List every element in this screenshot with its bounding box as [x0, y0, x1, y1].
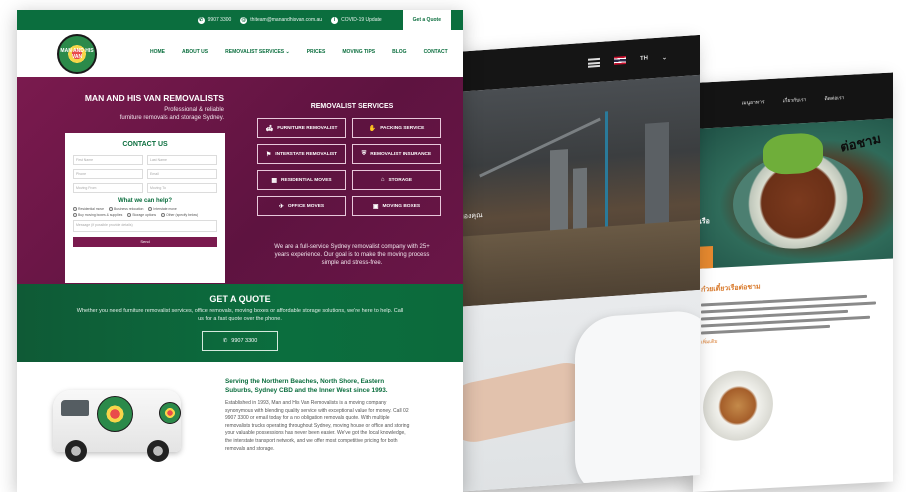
option-other[interactable]: Other (specify below) [161, 213, 198, 217]
hero-section: MAN AND HIS VAN REMOVALISTS Professional… [17, 77, 463, 284]
info-icon: i [331, 16, 339, 24]
restaurant-logo: ต่อชาม [839, 130, 882, 155]
service-office[interactable]: ✈ OFFICE MOVES [257, 196, 346, 216]
nav-moving-tips[interactable]: MOVING TIPS [342, 49, 375, 55]
language-selector[interactable]: TH [640, 56, 648, 63]
phone-contact[interactable]: ✆ 9907 3300 [197, 16, 232, 24]
get-a-quote-button[interactable]: Get a Quote [402, 10, 451, 30]
services-panel: REMOVALIST SERVICES 🛋 FURNITURE REMOVALIS… [257, 103, 447, 216]
dish-image [703, 368, 773, 443]
warehouse-icon: ⌂ [380, 177, 385, 183]
sleeve-image [575, 308, 700, 492]
office-icon: ✈ [278, 203, 284, 210]
email-address: thiteam@manandhisvan.com.au [250, 17, 323, 23]
site-logo[interactable]: MAN AND HIS VAN [57, 33, 97, 74]
front-wheel [65, 440, 87, 462]
service-furniture-removalist[interactable]: 🛋 FURNITURE REMOVALIST [257, 118, 346, 138]
hero-subtitle-1: Professional & reliable [164, 107, 224, 113]
thai-flag-icon[interactable] [613, 56, 626, 65]
option-residential[interactable]: Residential move [73, 207, 104, 211]
phone-icon: ✆ [222, 338, 228, 344]
call-button[interactable]: ✆ 9907 3300 [201, 331, 279, 351]
restaurant-nav-menu[interactable]: เมนูอาหาร [742, 98, 765, 107]
service-packing[interactable]: ✋ PACKING SERVICE [352, 118, 441, 138]
option-boxes[interactable]: Buy moving boxes & supplies [73, 213, 122, 217]
main-nav: HOME ABOUT US REMOVALIST SERVICES ⌄ PRIC… [150, 49, 448, 55]
about-section: Serving the Northern Beaches, North Shor… [17, 362, 463, 492]
restaurant-hero: ต่อชาม บเรือ [693, 118, 893, 269]
service-boxes[interactable]: ▣ MOVING BOXES [352, 196, 441, 216]
phone-field[interactable]: Phone [73, 169, 143, 179]
restaurant-paragraph [701, 294, 885, 335]
hamburger-menu-icon[interactable] [587, 57, 600, 68]
help-title: What we can help? [117, 198, 172, 204]
get-quote-title: GET A QUOTE [209, 294, 271, 304]
phone-number: 9907 3300 [207, 17, 232, 23]
option-storage[interactable]: Storage options [127, 213, 156, 217]
hero-subtitle-2: furniture removals and storage Sydney. [119, 115, 224, 121]
covid-link[interactable]: i COVID-19 Update [331, 16, 382, 24]
flag-icon: ⚑ [265, 151, 272, 158]
option-interstate[interactable]: Interstate move [148, 207, 177, 211]
services-description: We are a full-service Sydney removalist … [274, 244, 430, 266]
get-quote-description: Whether you need furniture removalist se… [76, 308, 404, 322]
nav-home[interactable]: HOME [150, 49, 165, 55]
contact-form-title: CONTACT US [122, 141, 168, 148]
van-logo-small-image [159, 402, 181, 424]
top-bar: ✆ 9907 3300 @ thiteam@manandhisvan.com.a… [17, 10, 463, 30]
vegetables-image [763, 132, 823, 176]
hero-title: MAN AND HIS VAN REMOVALISTS [84, 93, 224, 103]
email-contact[interactable]: @ thiteam@manandhisvan.com.au [240, 16, 323, 24]
services-title: REMOVALIST SERVICES [310, 103, 394, 110]
email-field[interactable]: Email [147, 169, 217, 179]
help-options: Residential move Business relocation Int… [73, 207, 217, 217]
moving-to-field[interactable]: Moving To [147, 183, 217, 193]
message-field[interactable]: Message (if possible provide details) [73, 220, 217, 232]
first-name-field[interactable]: First Name [73, 155, 143, 165]
phone-icon: ✆ [197, 16, 205, 24]
van-logo-image [97, 396, 133, 432]
construction-site-preview: TH ⌄ ของคุณ [455, 34, 700, 492]
service-storage[interactable]: ⌂ STORAGE [352, 170, 441, 190]
van-image [43, 384, 193, 470]
building-icon: ▦ [271, 177, 278, 184]
restaurant-section-title: ก๋วยเตี๋ยวเรือต่อชาม [701, 283, 761, 294]
about-content: Serving the Northern Beaches, North Shor… [225, 378, 410, 453]
handshake-section [455, 289, 700, 492]
shield-icon: ⛨ [361, 150, 367, 157]
mail-icon: @ [240, 16, 248, 24]
restaurant-site-preview: เมนูอาหาร เกี่ยวกับเรา ติดต่อเรา ต่อชาม … [693, 72, 893, 492]
moving-from-field[interactable]: Moving From [73, 183, 143, 193]
option-business[interactable]: Business relocation [109, 207, 143, 211]
chevron-down-icon[interactable]: ⌄ [662, 54, 667, 61]
nav-blog[interactable]: BLOG [392, 49, 406, 55]
removalist-site-preview: ✆ 9907 3300 @ thiteam@manandhisvan.com.a… [17, 10, 463, 492]
service-insurance[interactable]: ⛨ REMOVALIST INSURANCE [352, 144, 441, 164]
nav-about[interactable]: ABOUT US [182, 49, 208, 55]
restaurant-nav-about[interactable]: เกี่ยวกับเรา [783, 96, 807, 105]
service-interstate[interactable]: ⚑ INTERSTATE REMOVALIST [257, 144, 346, 164]
send-button[interactable]: Send [73, 237, 217, 247]
box-icon: ▣ [372, 203, 379, 210]
site-header: MAN AND HIS VAN HOME ABOUT US REMOVALIST… [17, 30, 463, 77]
about-title: Serving the Northern Beaches, North Shor… [225, 378, 388, 394]
last-name-field[interactable]: Last Name [147, 155, 217, 165]
nav-contact[interactable]: CONTACT [424, 49, 448, 55]
rear-wheel [147, 440, 169, 462]
covid-label: COVID-19 Update [341, 17, 382, 23]
about-body: Established in 1993, Man and His Van Rem… [225, 400, 410, 452]
service-residential[interactable]: ▦ RESIDENTIAL MOVES [257, 170, 346, 190]
call-button-label: 9907 3300 [231, 338, 258, 344]
contact-form: CONTACT US First Name Last Name Phone Em… [65, 133, 225, 283]
hand-icon: ✋ [368, 125, 377, 132]
mockup-stage: เมนูอาหาร เกี่ยวกับเรา ติดต่อเรา ต่อชาม … [0, 0, 906, 492]
construction-hero: ของคุณ [455, 74, 700, 308]
get-quote-section: GET A QUOTE Whether you need furniture r… [17, 284, 463, 362]
nav-prices[interactable]: PRICES [307, 49, 326, 55]
restaurant-nav-contact[interactable]: ติดต่อเรา [824, 94, 844, 103]
sofa-icon: 🛋 [265, 125, 274, 132]
nav-services[interactable]: REMOVALIST SERVICES ⌄ [225, 49, 290, 55]
